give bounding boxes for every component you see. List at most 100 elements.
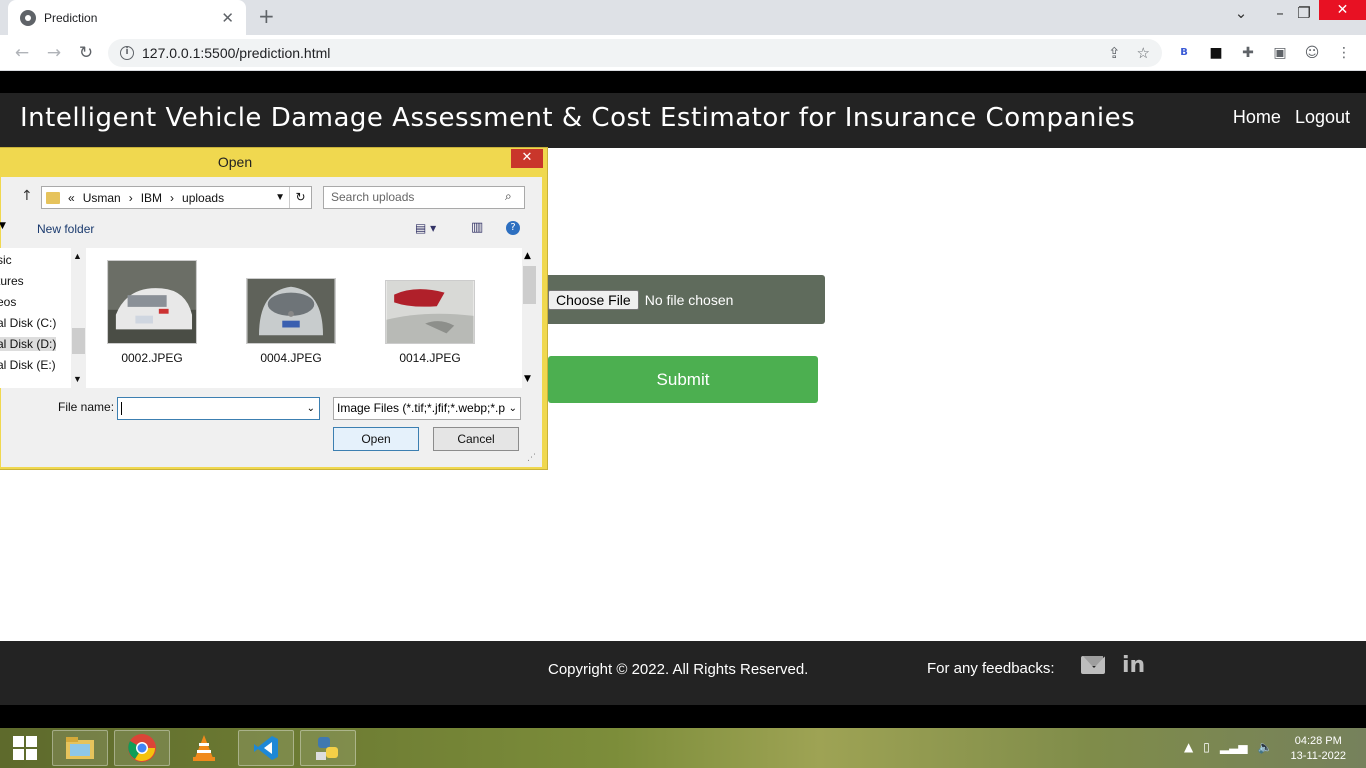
clock-time: 04:28 PM — [1294, 735, 1342, 747]
change-view-icon[interactable]: ▤ ▾ — [415, 221, 436, 235]
dialog-close-button[interactable]: ✕ — [511, 149, 543, 168]
browser-toolbar: ← → ↻ i 127.0.0.1:5500/prediction.html ⇪… — [0, 35, 1366, 71]
browser-tab[interactable]: Prediction ✕ — [8, 0, 246, 35]
car-thumbnail-0002 — [107, 260, 197, 344]
scroll-down-icon[interactable]: ▼ — [73, 374, 82, 384]
battery-icon[interactable]: ▯ — [1203, 740, 1210, 754]
tab-search-icon[interactable]: ⌄ — [1221, 2, 1261, 24]
breadcrumb-sep: › — [128, 190, 133, 205]
scroll-up-icon[interactable]: ▲ — [73, 251, 82, 261]
folder-icon — [46, 191, 60, 204]
nav-item-music[interactable]: sic — [0, 253, 12, 267]
file-list-pane: 0002.JPEG 0004.JPEG 0014.JPEG ▲ ▼ — [86, 248, 537, 388]
filter-dropdown-icon[interactable]: ⌄ — [508, 398, 517, 419]
start-button[interactable] — [0, 730, 50, 766]
scroll-up-icon[interactable]: ▲ — [524, 251, 531, 261]
file-item[interactable]: 0004.JPEG — [245, 278, 337, 365]
resize-grip-icon[interactable]: ⋰ — [527, 453, 536, 463]
new-tab-button[interactable]: + — [258, 4, 275, 28]
search-uploads-input[interactable]: Search uploads — [323, 186, 525, 209]
profile-avatar-icon[interactable]: ☺ — [1302, 43, 1322, 63]
site-title: Intelligent Vehicle Damage Assessment & … — [20, 103, 1136, 133]
file-item[interactable]: 0002.JPEG — [106, 260, 198, 365]
file-upload-box: Choose File No file chosen — [543, 275, 825, 324]
mail-icon[interactable] — [1081, 656, 1105, 674]
taskbar-vlc[interactable] — [176, 730, 232, 766]
nav-item-disk-c[interactable]: al Disk (C:) — [0, 316, 56, 330]
restore-button[interactable]: ❐ — [1284, 2, 1324, 24]
site-footer: Copyright © 2022. All Rights Reserved. F… — [0, 641, 1366, 705]
nav-logout-link[interactable]: Logout — [1295, 107, 1350, 128]
back-arrow-icon[interactable]: ← — [10, 41, 34, 65]
folder-path-bar[interactable]: « Usman › IBM › uploads ▼ ↻ — [41, 186, 312, 209]
file-type-filter[interactable]: Image Files (*.tif;*.jfif;*.webp;*.p ⌄ — [333, 397, 521, 420]
breadcrumb-uploads[interactable]: uploads — [182, 191, 224, 205]
refresh-icon[interactable]: ↻ — [289, 187, 311, 208]
extensions-puzzle-icon[interactable]: ✚ — [1238, 43, 1258, 63]
window-close-button[interactable]: ✕ — [1319, 0, 1366, 20]
open-button[interactable]: Open — [333, 427, 419, 451]
share-icon[interactable]: ⇪ — [1108, 44, 1121, 62]
extension-mask-icon[interactable]: ■ — [1206, 43, 1226, 63]
close-tab-icon[interactable]: ✕ — [221, 9, 234, 27]
python-launcher-icon — [316, 737, 338, 760]
dialog-body: ↑ « Usman › IBM › uploads ▼ ↻ Search upl… — [0, 177, 542, 467]
breadcrumb-usman[interactable]: Usman — [83, 191, 121, 205]
show-hidden-icons[interactable]: ▲ — [1184, 740, 1193, 754]
submit-button[interactable]: Submit — [548, 356, 818, 403]
file-name: 0014.JPEG — [399, 351, 461, 365]
system-tray-icons: ▲ ▯ ▂▃▅ 🔈 — [1184, 740, 1272, 754]
file-name: 0002.JPEG — [121, 351, 183, 365]
address-bar[interactable]: i 127.0.0.1:5500/prediction.html ⇪ ☆ — [108, 39, 1162, 67]
linkedin-icon[interactable]: in — [1122, 653, 1145, 678]
help-icon[interactable]: ? — [506, 221, 520, 235]
no-file-chosen-text: No file chosen — [644, 291, 734, 308]
breadcrumb-overflow[interactable]: « — [68, 191, 75, 205]
menu-kebab-icon[interactable]: ⋮ — [1334, 43, 1354, 63]
taskbar-vscode[interactable] — [238, 730, 294, 766]
taskbar-python[interactable] — [300, 730, 356, 766]
clock[interactable]: 04:28 PM 13-11-2022 — [1291, 734, 1346, 764]
folder-icon — [66, 737, 94, 759]
nav-item-pictures[interactable]: tures — [0, 274, 24, 288]
info-icon[interactable]: i — [120, 46, 134, 60]
file-scrollbar[interactable]: ▲ ▼ — [522, 248, 537, 388]
preview-pane-icon[interactable]: ▥ — [471, 220, 483, 235]
navigation-pane: sic tures eos al Disk (C:) al Disk (D:) … — [0, 248, 86, 388]
bookmark-star-icon[interactable]: ☆ — [1137, 44, 1150, 62]
nav-item-disk-e[interactable]: al Disk (E:) — [0, 358, 56, 372]
taskbar-file-explorer[interactable] — [52, 730, 108, 766]
file-scroll-thumb[interactable] — [523, 266, 536, 304]
signal-icon[interactable]: ▂▃▅ — [1220, 740, 1248, 754]
text-caret — [121, 402, 122, 416]
file-item[interactable]: 0014.JPEG — [384, 280, 476, 365]
up-arrow-icon[interactable]: ↑ — [21, 188, 33, 204]
bottom-strip — [0, 705, 1366, 728]
new-folder-button[interactable]: New folder — [37, 222, 94, 236]
volume-icon[interactable]: 🔈 — [1258, 740, 1273, 754]
forward-arrow-icon[interactable]: → — [42, 41, 66, 65]
file-name-dropdown-icon[interactable]: ⌄ — [307, 398, 315, 419]
nav-scroll-thumb[interactable] — [72, 328, 85, 354]
file-name-input[interactable]: ⌄ — [117, 397, 320, 420]
choose-file-button[interactable]: Choose File — [548, 289, 639, 310]
nav-scrollbar[interactable]: ▲ ▼ — [71, 248, 86, 388]
car-thumbnail-0004 — [246, 278, 336, 344]
nav-item-videos[interactable]: eos — [0, 295, 16, 309]
windows-taskbar: ▲ ▯ ▂▃▅ 🔈 04:28 PM 13-11-2022 — [0, 728, 1366, 768]
reload-icon[interactable]: ↻ — [74, 41, 98, 65]
nav-item-disk-d[interactable]: al Disk (D:) — [0, 337, 57, 351]
site-header: Intelligent Vehicle Damage Assessment & … — [0, 93, 1366, 148]
cancel-button[interactable]: Cancel — [433, 427, 519, 451]
feedback-label: For any feedbacks: — [927, 660, 1055, 677]
vscode-icon — [254, 736, 278, 760]
path-dropdown-icon[interactable]: ▼ — [275, 192, 285, 203]
extension-b-icon[interactable]: B — [1174, 43, 1194, 63]
breadcrumb-ibm[interactable]: IBM — [141, 191, 162, 205]
scroll-down-icon[interactable]: ▼ — [524, 374, 531, 384]
organize-dropdown-icon[interactable]: ▼ — [0, 221, 6, 231]
side-panel-icon[interactable]: ▣ — [1270, 43, 1290, 63]
search-icon[interactable]: ⌕ — [505, 189, 536, 204]
taskbar-chrome[interactable] — [114, 730, 170, 766]
nav-home-link[interactable]: Home — [1233, 107, 1281, 128]
